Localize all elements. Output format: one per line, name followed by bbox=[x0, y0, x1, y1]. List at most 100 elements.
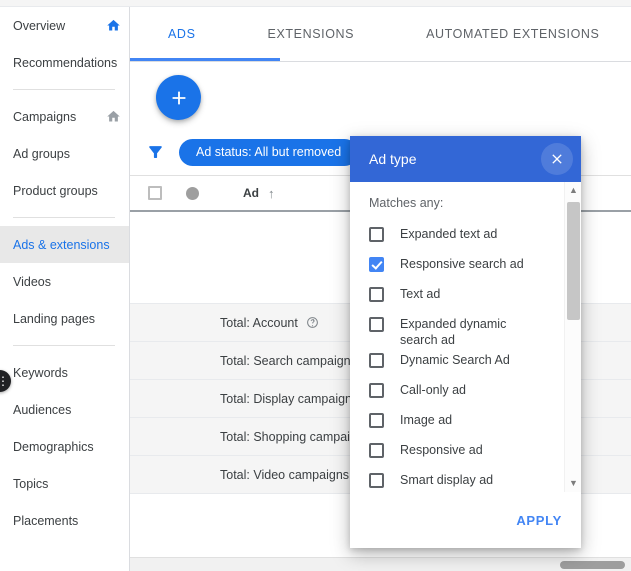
checkbox[interactable] bbox=[369, 317, 384, 332]
filter-chip-ad-status[interactable]: Ad status: All but removed bbox=[179, 139, 358, 166]
checkbox[interactable] bbox=[369, 383, 384, 398]
sidebar-item-placements[interactable]: Placements bbox=[0, 502, 129, 539]
ad-type-option-smart-display-ad[interactable]: Smart display ad bbox=[369, 468, 564, 492]
left-nav-sidebar: Overview Recommendations Campaigns Ad group… bbox=[0, 7, 130, 571]
sidebar-item-landing-pages[interactable]: Landing pages bbox=[0, 300, 129, 337]
sidebar-item-label: Recommendations bbox=[13, 56, 121, 70]
sidebar-item-audiences[interactable]: Audiences bbox=[0, 391, 129, 428]
apply-button[interactable]: APPLY bbox=[516, 513, 562, 528]
row-label: Total: Search campaigns bbox=[220, 354, 357, 368]
help-icon[interactable] bbox=[306, 316, 319, 329]
ad-type-option-image-ad[interactable]: Image ad bbox=[369, 408, 564, 438]
sidebar-item-overview[interactable]: Overview bbox=[0, 7, 129, 44]
checkbox[interactable] bbox=[369, 257, 384, 272]
close-dialog-button[interactable] bbox=[541, 143, 573, 175]
sidebar-item-recommendations[interactable]: Recommendations bbox=[0, 44, 129, 81]
ad-type-option-expanded-dynamic-search-ad[interactable]: Expanded dynamic search ad bbox=[369, 312, 564, 348]
dialog-title: Ad type bbox=[369, 151, 541, 167]
dialog-body: Matches any: Expanded text ad Responsive … bbox=[350, 182, 581, 492]
ad-type-option-text-ad[interactable]: Text ad bbox=[369, 282, 564, 312]
sidebar-item-ads-extensions[interactable]: Ads & extensions bbox=[0, 226, 129, 263]
sidebar-item-label: Campaigns bbox=[13, 110, 102, 124]
chevron-down-icon[interactable]: ▼ bbox=[565, 475, 581, 492]
tab-list: ADS EXTENSIONS AUTOMATED EXTENSIONS bbox=[130, 7, 631, 61]
matches-any-label: Matches any: bbox=[369, 196, 564, 210]
checkbox[interactable] bbox=[369, 287, 384, 302]
checkbox[interactable] bbox=[369, 443, 384, 458]
active-tab-indicator bbox=[130, 58, 280, 61]
checkbox[interactable] bbox=[369, 413, 384, 428]
arrow-up-icon[interactable]: ↑ bbox=[268, 187, 275, 200]
nav-separator bbox=[13, 89, 115, 90]
checkbox[interactable] bbox=[369, 227, 384, 242]
ad-type-option-responsive-ad[interactable]: Responsive ad bbox=[369, 438, 564, 468]
sidebar-item-campaigns[interactable]: Campaigns bbox=[0, 98, 129, 135]
table-cell-label: Total: Search campaigns bbox=[220, 354, 357, 368]
ad-type-option-list: Expanded text ad Responsive search ad Text… bbox=[369, 222, 564, 492]
dialog-vertical-scrollbar[interactable]: ▲ ▼ bbox=[564, 182, 581, 492]
sidebar-item-label: Audiences bbox=[13, 403, 121, 417]
ad-type-option-responsive-search-ad[interactable]: Responsive search ad bbox=[369, 252, 564, 282]
ad-type-option-label: Responsive search ad bbox=[400, 252, 524, 272]
tab-extensions[interactable]: EXTENSIONS bbox=[268, 27, 355, 41]
sidebar-item-label: Videos bbox=[13, 275, 121, 289]
ad-type-option-label: Text ad bbox=[400, 282, 440, 302]
sidebar-item-label: Product groups bbox=[13, 184, 121, 198]
top-strip bbox=[0, 0, 631, 7]
checkbox[interactable] bbox=[369, 473, 384, 488]
tab-ads[interactable]: ADS bbox=[168, 27, 196, 41]
status-dot-header bbox=[186, 187, 199, 200]
ad-type-option-expanded-text-ad[interactable]: Expanded text ad bbox=[369, 222, 564, 252]
horizontal-scrollbar-thumb[interactable] bbox=[560, 561, 625, 569]
table-cell-label: Total: Video campaigns bbox=[220, 468, 349, 482]
sidebar-item-label: Overview bbox=[13, 19, 102, 33]
ad-type-option-call-only-ad[interactable]: Call-only ad bbox=[369, 378, 564, 408]
sidebar-item-label: Ad groups bbox=[13, 147, 121, 161]
ad-type-option-label: Expanded text ad bbox=[400, 222, 497, 242]
nav-list: Overview Recommendations Campaigns Ad group… bbox=[0, 7, 129, 539]
chevron-up-icon[interactable]: ▲ bbox=[565, 182, 581, 199]
dialog-scrollbar-thumb[interactable] bbox=[567, 202, 580, 320]
home-icon bbox=[106, 18, 121, 33]
ad-type-option-dynamic-search-ad[interactable]: Dynamic Search Ad bbox=[369, 348, 564, 378]
sidebar-item-label: Landing pages bbox=[13, 312, 121, 326]
nav-separator bbox=[13, 217, 115, 218]
sidebar-item-product-groups[interactable]: Product groups bbox=[0, 172, 129, 209]
google-ads-screen: Overview Recommendations Campaigns Ad group… bbox=[0, 0, 631, 571]
sidebar-item-label: Topics bbox=[13, 477, 121, 491]
sidebar-item-ad-groups[interactable]: Ad groups bbox=[0, 135, 129, 172]
home-icon bbox=[106, 109, 121, 124]
dialog-header: Ad type bbox=[350, 136, 581, 182]
table-cell-label: Total: Display campaigns bbox=[220, 392, 358, 406]
row-label: Total: Display campaigns bbox=[220, 392, 358, 406]
ad-type-options-scroll-area: Matches any: Expanded text ad Responsive … bbox=[350, 182, 564, 492]
sidebar-item-videos[interactable]: Videos bbox=[0, 263, 129, 300]
select-all-checkbox[interactable] bbox=[148, 186, 162, 200]
row-label: Total: Video campaigns bbox=[220, 468, 349, 482]
ad-type-filter-dialog: Ad type Matches any: Expanded text ad Res… bbox=[350, 136, 581, 548]
sidebar-item-demographics[interactable]: Demographics bbox=[0, 428, 129, 465]
ad-type-option-label: Expanded dynamic search ad bbox=[400, 312, 545, 348]
ad-type-option-label: Responsive ad bbox=[400, 438, 483, 458]
row-label: Total: Account bbox=[220, 316, 298, 330]
sidebar-item-keywords[interactable]: Keywords bbox=[0, 354, 129, 391]
horizontal-scrollbar[interactable] bbox=[130, 557, 631, 571]
plus-icon bbox=[168, 87, 190, 109]
filter-funnel-icon[interactable] bbox=[146, 143, 165, 162]
ad-type-option-label: Image ad bbox=[400, 408, 452, 428]
sidebar-item-topics[interactable]: Topics bbox=[0, 465, 129, 502]
sidebar-item-label: Keywords bbox=[13, 366, 121, 380]
nav-separator bbox=[13, 345, 115, 346]
dialog-footer: APPLY bbox=[350, 492, 581, 548]
checkbox[interactable] bbox=[369, 353, 384, 368]
sidebar-item-label: Demographics bbox=[13, 440, 121, 454]
column-header-ad[interactable]: Ad bbox=[243, 186, 259, 200]
ad-type-option-label: Dynamic Search Ad bbox=[400, 348, 510, 368]
ad-type-option-label: Call-only ad bbox=[400, 378, 466, 398]
filter-chip-label: Ad status: All but removed bbox=[196, 145, 341, 159]
ad-type-option-label: Smart display ad bbox=[400, 468, 493, 488]
new-ad-button[interactable] bbox=[156, 75, 201, 120]
sidebar-item-label: Placements bbox=[13, 514, 121, 528]
sidebar-item-label: Ads & extensions bbox=[13, 238, 121, 252]
tab-automated-extensions[interactable]: AUTOMATED EXTENSIONS bbox=[426, 27, 599, 41]
